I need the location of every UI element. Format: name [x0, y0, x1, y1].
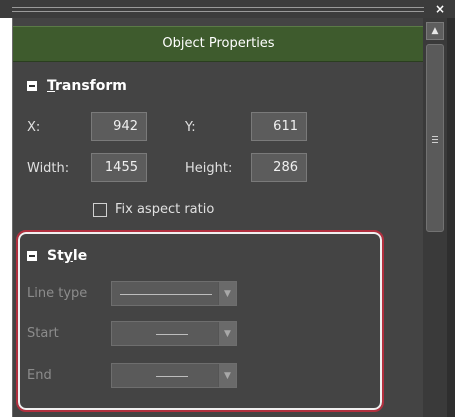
x-field[interactable]: 942 — [91, 112, 147, 141]
start-preview-stroke — [156, 334, 188, 335]
transform-section-header[interactable]: Transform — [27, 76, 127, 96]
start-label: Start — [27, 326, 59, 341]
transform-section-title: Transform — [47, 78, 127, 94]
collapse-icon[interactable] — [27, 251, 37, 261]
chevron-down-icon[interactable]: ▼ — [218, 364, 236, 387]
chevron-down-icon[interactable]: ▼ — [218, 282, 236, 305]
close-icon[interactable]: × — [433, 2, 447, 16]
end-preview-stroke — [156, 376, 188, 377]
grip-line — [12, 7, 424, 8]
scroll-up-icon[interactable]: ▲ — [426, 22, 444, 40]
line-preview — [112, 282, 218, 305]
end-preview — [112, 364, 218, 387]
y-field[interactable]: 611 — [251, 112, 307, 141]
end-dropdown[interactable]: ▼ — [111, 363, 237, 388]
line-preview-stroke — [120, 294, 212, 295]
fix-aspect-label[interactable]: Fix aspect ratio — [115, 200, 214, 220]
window-edge — [447, 18, 455, 417]
chevron-down-icon[interactable]: ▼ — [218, 322, 236, 345]
title-grip-bar[interactable]: × — [0, 0, 455, 18]
scroll-thumb[interactable] — [426, 44, 444, 232]
end-label: End — [27, 368, 52, 383]
object-properties-panel: Object Properties Transform X: 942 Y: 61… — [12, 18, 423, 417]
start-dropdown[interactable]: ▼ — [111, 321, 237, 346]
width-field[interactable]: 1455 — [91, 153, 147, 182]
y-label: Y: — [185, 120, 196, 135]
width-label: Width: — [27, 161, 70, 176]
line-type-label: Line type — [27, 286, 88, 301]
panel-title: Object Properties — [13, 26, 423, 62]
fix-aspect-checkbox[interactable] — [93, 203, 107, 217]
height-field[interactable]: 286 — [251, 153, 307, 182]
start-preview — [112, 322, 218, 345]
style-section-header[interactable]: Style — [27, 246, 87, 266]
height-label: Height: — [185, 161, 233, 176]
line-type-dropdown[interactable]: ▼ — [111, 281, 237, 306]
grip-line — [12, 11, 424, 12]
collapse-icon[interactable] — [27, 81, 37, 91]
thumb-grip-line — [432, 136, 438, 137]
vertical-scrollbar[interactable]: ▲ — [423, 18, 447, 417]
style-section-title: Style — [47, 248, 88, 264]
thumb-grip-line — [432, 139, 438, 140]
x-label: X: — [27, 120, 41, 135]
properties-window: × Object Properties Transform X: 942 Y: … — [0, 0, 455, 417]
thumb-grip-line — [432, 142, 438, 143]
